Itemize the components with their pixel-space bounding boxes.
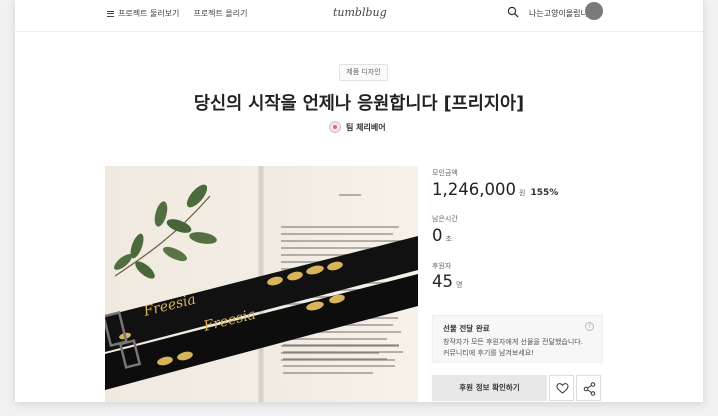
page-title: 당신의 시작을 언제나 응원합니다 [프리지아]: [193, 94, 525, 114]
avatar[interactable]: [585, 2, 603, 20]
nav-projects-link[interactable]: 프로젝트 둘러보기: [107, 8, 179, 19]
backers-value: 45: [432, 272, 453, 291]
support-info-button[interactable]: 후원 정보 확인하기: [432, 375, 547, 401]
heart-icon: [556, 383, 569, 394]
backers-count: 45 명: [432, 272, 462, 291]
share-button[interactable]: [576, 375, 601, 401]
nav-start-link[interactable]: 프로젝트 올리기: [193, 8, 247, 19]
strap-and-leaves-illustration: Freesia Freesia: [105, 184, 418, 390]
backers-unit: 명: [456, 281, 463, 289]
creator-logo-icon: [329, 121, 341, 133]
notice-title: 선물 전달 완료: [443, 324, 490, 333]
nav-projects-label: 프로젝트 둘러보기: [118, 9, 180, 18]
like-button[interactable]: [549, 375, 574, 401]
remaining-time: 0초: [432, 226, 452, 245]
creator-name: 팀 체리베어: [346, 122, 386, 132]
notice-line-1: 창작자가 모든 후원자에게 선물을 전달했습니다.: [443, 338, 583, 346]
category-tag[interactable]: 제품 디자인: [339, 64, 388, 81]
backers-label: 후원자: [432, 262, 452, 270]
logo[interactable]: tumblbug: [333, 6, 387, 19]
notice-body: 창작자가 모든 후원자에게 선물을 전달했습니다. 커뮤니티에 후기를 남겨보세…: [443, 337, 598, 359]
remaining-label: 남은시간: [432, 215, 458, 223]
menu-icon: [107, 10, 114, 17]
raised-unit: 원: [518, 189, 526, 197]
header-nav: 프로젝트 둘러보기 프로젝트 올리기: [107, 8, 248, 19]
product-image[interactable]: Freesia Freesia: [105, 166, 418, 402]
creator-link[interactable]: 팀 체리베어: [329, 121, 386, 133]
delivery-notice: 선물 전달 완료 ? 창작자가 모든 후원자에게 선물을 전달했습니다. 커뮤니…: [432, 315, 603, 363]
funding-percent: 155%: [530, 188, 559, 198]
remaining-unit: 초: [445, 235, 452, 243]
info-icon[interactable]: ?: [585, 322, 594, 331]
raised-amount: 1,246,000 원 155%: [432, 180, 558, 199]
remaining-value: 0: [432, 226, 443, 245]
share-icon: [583, 382, 596, 396]
top-header: 프로젝트 둘러보기 프로젝트 올리기 tumblbug 나는고양이올립니다: [15, 0, 703, 32]
search-icon[interactable]: [507, 6, 519, 18]
notice-line-2: 커뮤니티에 후기를 남겨보세요!: [443, 349, 534, 357]
eucalyptus-leaves: [114, 184, 217, 279]
raised-value: 1,246,000: [432, 180, 516, 199]
raised-label: 모인금액: [432, 169, 458, 177]
app-window: 프로젝트 둘러보기 프로젝트 올리기 tumblbug 나는고양이올립니다 제품…: [15, 0, 703, 402]
